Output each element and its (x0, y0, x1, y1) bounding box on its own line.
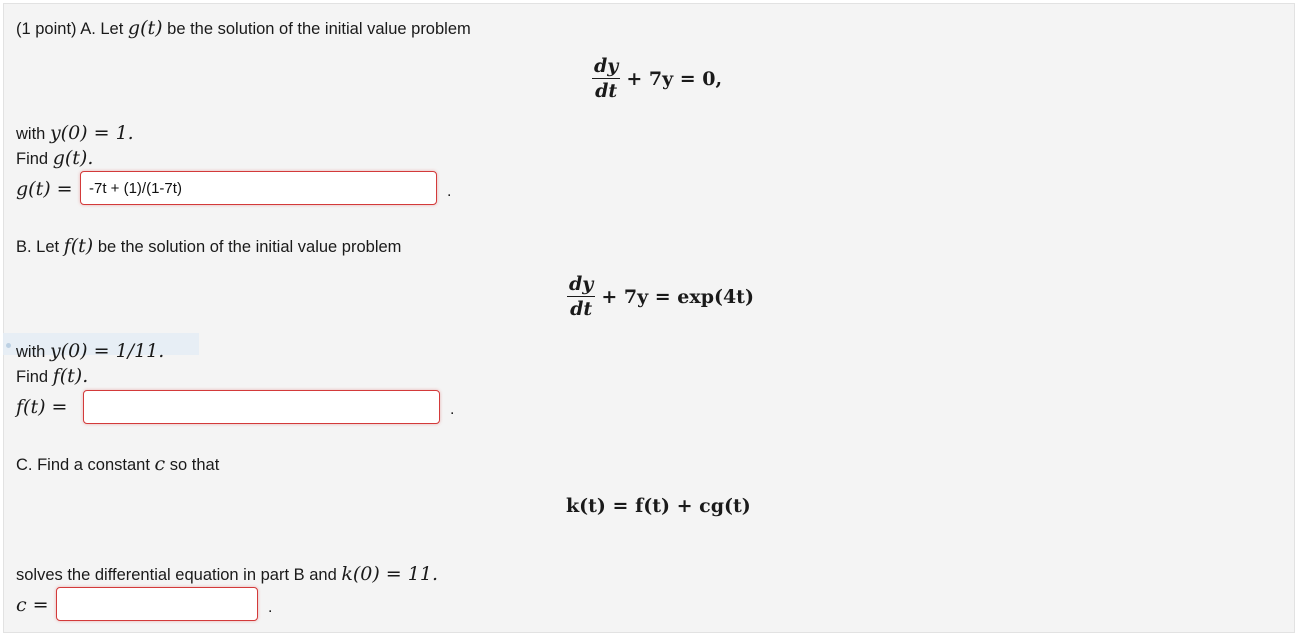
part-a-answer-label-math: g(t) = (16, 178, 73, 200)
part-b-condition: with y(0) = 1/11. (16, 341, 164, 362)
part-b-find-func: f(t). (52, 365, 89, 387)
part-c-intro-text: C. Find a constant (16, 456, 150, 474)
part-b-answer-label: f(t) = (16, 397, 67, 418)
part-c-answer-input[interactable] (56, 587, 258, 621)
part-b-derivative: dy dt (567, 273, 596, 320)
part-a-answer-label: g(t) = (16, 179, 73, 200)
part-a-condition-math: y(0) = 1. (49, 122, 134, 144)
part-a-intro-tail: be the solution of the initial value pro… (167, 20, 471, 38)
part-c-equation-math: k(t) = f(t) + cg(t) (566, 495, 751, 517)
part-b-equation: dy dt + 7y = exp(4t) (567, 274, 754, 319)
part-c-answer-label-math: c = (16, 594, 49, 616)
part-b-eq-numerator: dy (567, 273, 596, 297)
part-a-intro-text: (1 point) A. Let (16, 20, 124, 38)
part-b-eq-denominator: dt (570, 298, 593, 320)
part-b-intro-text: B. Let (16, 238, 60, 256)
part-c-period: . (268, 599, 273, 616)
part-c-equation: k(t) = f(t) + cg(t) (566, 495, 751, 517)
part-a-eq-denominator: dt (595, 80, 618, 102)
part-a-func: g(t) (127, 17, 163, 39)
part-b-with-text: with (16, 343, 46, 361)
part-b-answer-label-math: f(t) = (16, 396, 68, 418)
part-a-intro: (1 point) A. Let g(t) be the solution of… (16, 18, 471, 39)
part-c-solves-text: solves the differential equation in part… (16, 566, 337, 584)
part-b-intro-tail: be the solution of the initial value pro… (97, 238, 402, 256)
part-a-find: Find g(t). (16, 148, 93, 169)
part-b-answer-input[interactable] (83, 390, 440, 424)
part-b-intro: B. Let f(t) be the solution of the initi… (16, 236, 401, 257)
part-b-find-text: Find (16, 368, 49, 386)
part-a-condition: with y(0) = 1. (16, 123, 134, 144)
part-b-eq-rest: + 7y = exp(4t) (601, 285, 754, 308)
part-b-condition-math: y(0) = 1/11. (49, 340, 165, 362)
part-a-with-text: with (16, 125, 46, 143)
part-c-condition-math: k(0) = 11. (341, 563, 438, 585)
part-b-period: . (450, 401, 455, 418)
part-c-solves: solves the differential equation in part… (16, 564, 438, 585)
part-b-find: Find f(t). (16, 366, 88, 387)
part-a-derivative: dy dt (592, 55, 621, 102)
part-c-var: c (154, 453, 166, 475)
part-a-eq-numerator: dy (592, 55, 621, 79)
part-a-answer-input[interactable] (80, 171, 437, 205)
part-b-func: f(t) (63, 235, 94, 257)
part-a-find-text: Find (16, 150, 49, 168)
part-a-eq-rest: + 7y = 0, (626, 67, 723, 90)
part-a-equation: dy dt + 7y = 0, (592, 56, 722, 101)
part-c-intro: C. Find a constant c so that (16, 454, 219, 475)
part-c-answer-label: c = (16, 595, 49, 616)
hover-marker (6, 343, 11, 348)
part-c-intro-tail: so that (169, 456, 220, 474)
part-a-period: . (447, 183, 452, 200)
part-a-find-func: g(t). (52, 147, 94, 169)
